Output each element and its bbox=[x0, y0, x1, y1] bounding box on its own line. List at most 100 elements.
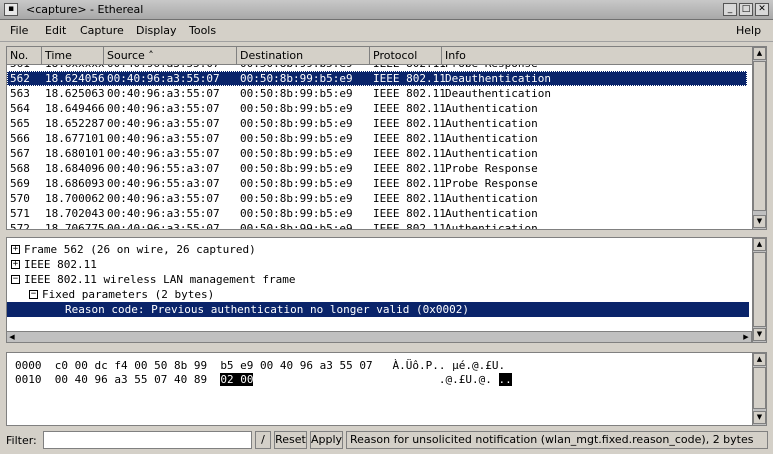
packet-cell: Probe Response bbox=[445, 162, 538, 175]
column-header-protocol[interactable]: Protocol bbox=[370, 47, 442, 65]
packet-cell: 18.706775 bbox=[45, 222, 105, 230]
scroll-right-icon[interactable]: ▶ bbox=[741, 332, 751, 342]
packet-detail-pane: + Frame 562 (26 on wire, 26 captured) + IEE… bbox=[6, 237, 767, 343]
packet-cell: 18.684096 bbox=[45, 162, 105, 175]
column-header-destination[interactable]: Destination bbox=[237, 47, 370, 65]
menu-bar: File Edit Capture Display Tools Help bbox=[0, 20, 773, 42]
menu-help[interactable]: Help bbox=[736, 24, 761, 37]
apply-button[interactable]: Apply bbox=[310, 431, 343, 449]
scroll-up-icon[interactable]: ▲ bbox=[753, 353, 766, 366]
packet-cell: 00:40:96:a3:55:07 bbox=[107, 147, 220, 160]
filter-dialog-button[interactable]: / bbox=[255, 431, 271, 449]
menu-tools[interactable]: Tools bbox=[189, 24, 216, 37]
maximize-icon[interactable]: □ bbox=[739, 3, 753, 16]
packet-row[interactable]: 572 18.706775 00:40:96:a3:55:07 00:50:8b:99… bbox=[7, 221, 747, 230]
column-header-no[interactable]: No. bbox=[7, 47, 42, 65]
packet-cell: 00:50:8b:99:b5:e9 bbox=[240, 222, 353, 230]
packet-cell: Probe Response bbox=[445, 177, 538, 190]
scroll-down-icon[interactable]: ▼ bbox=[753, 328, 766, 341]
packet-cell: Authentication bbox=[445, 102, 538, 115]
packet-cell: 00:50:8b:99:b5:e9 bbox=[240, 177, 353, 190]
packet-cell: 00:50:8b:99:b5:e9 bbox=[240, 147, 353, 160]
tree-item[interactable]: Reason code: Previous authentication no … bbox=[7, 302, 749, 317]
title-bar[interactable]: ▪ <capture> - Ethereal _ □ ✕ bbox=[0, 0, 773, 20]
menu-edit[interactable]: Edit bbox=[45, 24, 66, 37]
close-icon[interactable]: ✕ bbox=[755, 3, 769, 16]
collapse-icon[interactable]: − bbox=[11, 275, 20, 284]
packet-list-scrollbar[interactable]: ▲ ▼ bbox=[752, 47, 766, 229]
packet-cell: 18.700062 bbox=[45, 192, 105, 205]
packet-row[interactable]: 562 18.624056 00:40:96:a3:55:07 00:50:8b:99… bbox=[7, 71, 747, 86]
pane-splitter-bottom[interactable] bbox=[0, 345, 773, 351]
window-title: <capture> - Ethereal bbox=[26, 3, 144, 16]
tree-item-label: Reason code: Previous authentication no … bbox=[65, 303, 469, 316]
packet-cell: 00:50:8b:99:b5:e9 bbox=[240, 117, 353, 130]
hex-scrollbar[interactable]: ▲ ▼ bbox=[752, 353, 766, 425]
reset-button[interactable]: Reset bbox=[274, 431, 307, 449]
packet-cell: 567 bbox=[10, 147, 30, 160]
tree-item[interactable]: + IEEE 802.11 bbox=[7, 257, 749, 272]
detail-hscrollbar[interactable]: ◀ ▶ bbox=[6, 331, 752, 343]
tree-item-label: IEEE 802.11 wireless LAN management fram… bbox=[24, 273, 296, 286]
packet-cell: 18.652287 bbox=[45, 117, 105, 130]
packet-row[interactable]: 564 18.649466 00:40:96:a3:55:07 00:50:8b:99… bbox=[7, 101, 747, 116]
packet-cell: 18.686093 bbox=[45, 177, 105, 190]
detail-scrollbar[interactable]: ▲ ▼ bbox=[752, 238, 766, 342]
packet-row[interactable]: 565 18.652287 00:40:96:a3:55:07 00:50:8b:99… bbox=[7, 116, 747, 131]
packet-cell: IEEE 802.11 bbox=[373, 72, 446, 85]
packet-cell: 566 bbox=[10, 132, 30, 145]
column-header-info[interactable]: Info bbox=[442, 47, 753, 65]
filter-input[interactable] bbox=[43, 431, 252, 449]
packet-row[interactable]: 571 18.702043 00:40:96:a3:55:07 00:50:8b:99… bbox=[7, 206, 747, 221]
packet-row[interactable]: 567 18.680101 00:40:96:a3:55:07 00:50:8b:99… bbox=[7, 146, 747, 161]
scroll-up-icon[interactable]: ▲ bbox=[753, 238, 766, 251]
expand-icon[interactable]: + bbox=[11, 245, 20, 254]
ascii-selected-bytes: .. bbox=[498, 373, 512, 386]
tree-item[interactable]: − IEEE 802.11 wireless LAN management fra… bbox=[7, 272, 749, 287]
menu-display[interactable]: Display bbox=[136, 24, 177, 37]
packet-cell: IEEE 802.11 bbox=[373, 132, 446, 145]
packet-cell: 18.680101 bbox=[45, 147, 105, 160]
packet-cell: 18.702043 bbox=[45, 207, 105, 220]
packet-cell: 570 bbox=[10, 192, 30, 205]
packet-cell: IEEE 802.11 bbox=[373, 192, 446, 205]
scroll-down-icon[interactable]: ▼ bbox=[753, 215, 766, 228]
packet-cell: 563 bbox=[10, 87, 30, 100]
menu-file[interactable]: File bbox=[10, 24, 28, 37]
packet-cell: IEEE 802.11 bbox=[373, 177, 446, 190]
packet-row[interactable]: 569 18.686093 00:40:96:55:a3:07 00:50:8b:99… bbox=[7, 176, 747, 191]
packet-cell: IEEE 802.11 bbox=[373, 207, 446, 220]
expand-icon[interactable]: + bbox=[11, 260, 20, 269]
column-header-source[interactable]: Source ˄ bbox=[104, 47, 237, 65]
packet-row[interactable]: 566 18.677101 00:40:96:a3:55:07 00:50:8b:99… bbox=[7, 131, 747, 146]
packet-cell: 00:50:8b:99:b5:e9 bbox=[240, 132, 353, 145]
packet-cell: Authentication bbox=[445, 117, 538, 130]
packet-cell: 565 bbox=[10, 117, 30, 130]
tree-item[interactable]: − Fixed parameters (2 bytes) bbox=[7, 287, 749, 302]
scroll-left-icon[interactable]: ◀ bbox=[7, 332, 17, 342]
packet-cell: 564 bbox=[10, 102, 30, 115]
packet-cell: 18.624056 bbox=[45, 72, 105, 85]
scroll-thumb[interactable] bbox=[753, 61, 766, 211]
scroll-thumb[interactable] bbox=[753, 252, 766, 327]
window-menu-icon[interactable]: ▪ bbox=[4, 3, 18, 16]
packet-cell: Authentication bbox=[445, 207, 538, 220]
packet-row[interactable]: 568 18.684096 00:40:96:55:a3:07 00:50:8b:99… bbox=[7, 161, 747, 176]
menu-capture[interactable]: Capture bbox=[80, 24, 124, 37]
packet-row[interactable]: 570 18.700062 00:40:96:a3:55:07 00:50:8b:99… bbox=[7, 191, 747, 206]
hex-dump-pane: 0000 c0 00 dc f4 00 50 8b 99 b5 e9 00 40… bbox=[6, 352, 767, 426]
filter-label: Filter: bbox=[6, 434, 37, 447]
tree-item[interactable]: + Frame 562 (26 on wire, 26 captured) bbox=[7, 242, 749, 257]
packet-cell: 00:50:8b:99:b5:e9 bbox=[240, 102, 353, 115]
packet-row[interactable]: 563 18.625063 00:40:96:a3:55:07 00:50:8b:99… bbox=[7, 86, 747, 101]
scroll-down-icon[interactable]: ▼ bbox=[753, 411, 766, 424]
column-header-time[interactable]: Time bbox=[42, 47, 104, 65]
collapse-icon[interactable]: − bbox=[29, 290, 38, 299]
packet-cell: Authentication bbox=[445, 147, 538, 160]
scroll-up-icon[interactable]: ▲ bbox=[753, 47, 766, 60]
minimize-icon[interactable]: _ bbox=[723, 3, 737, 16]
scroll-thumb[interactable] bbox=[753, 367, 766, 409]
packet-cell: 00:50:8b:99:b5:e9 bbox=[240, 207, 353, 220]
hex-line: 0000 c0 00 dc f4 00 50 8b 99 b5 e9 00 40… bbox=[15, 359, 506, 372]
packet-cell: 00:40:96:a3:55:07 bbox=[107, 207, 220, 220]
